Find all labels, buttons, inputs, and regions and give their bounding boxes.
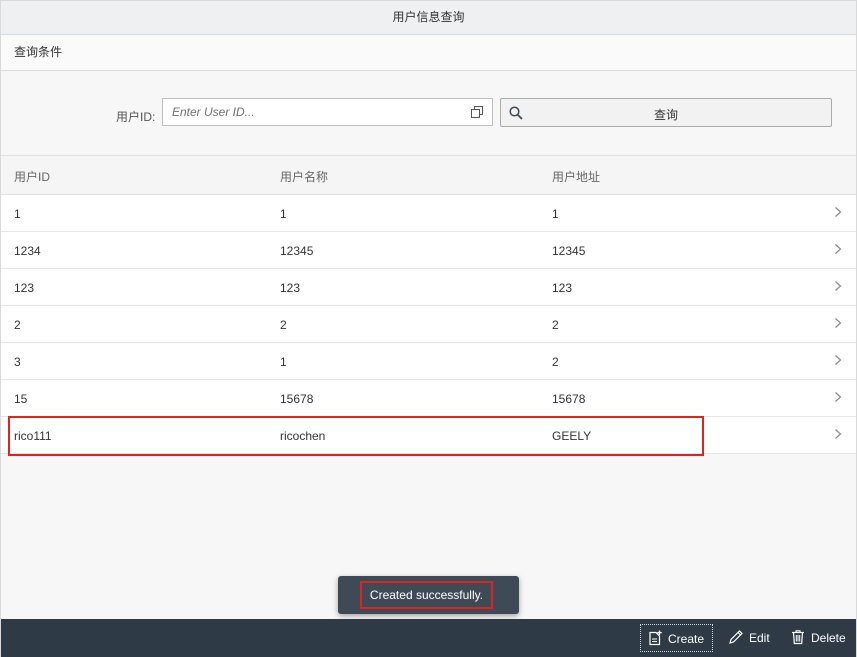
- cell-user-address: 2: [552, 355, 559, 369]
- user-id-field[interactable]: [162, 98, 493, 126]
- cell-user-id: 3: [14, 355, 21, 369]
- table-row[interactable]: 15 15678 15678: [1, 380, 856, 417]
- create-icon: [649, 630, 662, 646]
- cell-user-name: ricochen: [280, 429, 326, 443]
- toast-notification: Created successfully.: [338, 576, 519, 614]
- cell-user-name: 12345: [280, 244, 314, 258]
- cell-user-address: 15678: [552, 392, 586, 406]
- cell-user-name: 1: [280, 207, 287, 221]
- cell-user-name: 15678: [280, 392, 314, 406]
- chevron-right-icon[interactable]: [834, 280, 842, 292]
- column-header-user-address[interactable]: 用户地址: [552, 168, 600, 185]
- chevron-right-icon[interactable]: [834, 428, 842, 440]
- chevron-right-icon[interactable]: [834, 317, 842, 329]
- pencil-icon: [729, 630, 743, 644]
- footer-toolbar: Create Edit Delete: [1, 619, 856, 657]
- cell-user-name: 1: [280, 355, 287, 369]
- table-row[interactable]: 3 1 2: [1, 343, 856, 380]
- cell-user-name: 123: [280, 281, 301, 295]
- create-button-label: Create: [668, 632, 705, 646]
- filter-section-header: 查询条件: [1, 35, 856, 71]
- chevron-right-icon[interactable]: [834, 206, 842, 218]
- cell-user-name: 2: [280, 318, 287, 332]
- cell-user-address: 1: [552, 207, 559, 221]
- cell-user-address: GEELY: [552, 429, 592, 443]
- cell-user-id: 1: [14, 207, 21, 221]
- table-header: 用户ID 用户名称 用户地址: [1, 156, 856, 195]
- column-header-user-id[interactable]: 用户ID: [14, 168, 50, 185]
- query-button-label: 查询: [653, 108, 678, 122]
- user-id-label: 用户ID:: [116, 110, 156, 124]
- table-row[interactable]: 1 1 1: [1, 195, 856, 232]
- cell-user-address: 12345: [552, 244, 586, 258]
- filter-bar: 用户ID: 查询: [1, 71, 856, 156]
- chevron-right-icon[interactable]: [834, 391, 842, 403]
- query-button[interactable]: 查询: [500, 98, 832, 127]
- create-button[interactable]: Create: [640, 624, 713, 652]
- user-table: 用户ID 用户名称 用户地址 1 1 1 1234 12345 12345 12…: [1, 156, 856, 454]
- cell-user-id: 2: [14, 318, 21, 332]
- cell-user-address: 2: [552, 318, 559, 332]
- filter-section-title: 查询条件: [14, 45, 63, 59]
- trash-icon: [792, 630, 804, 645]
- delete-button[interactable]: Delete: [784, 624, 850, 652]
- table-row[interactable]: rico111 ricochen GEELY: [1, 417, 856, 454]
- cell-user-address: 123: [552, 281, 573, 295]
- user-id-input[interactable]: [163, 99, 472, 125]
- edit-button[interactable]: Edit: [722, 624, 778, 652]
- column-header-user-name[interactable]: 用户名称: [280, 168, 328, 185]
- value-help-icon[interactable]: [471, 106, 483, 118]
- chevron-right-icon[interactable]: [834, 243, 842, 255]
- table-row[interactable]: 2 2 2: [1, 306, 856, 343]
- cell-user-id: 15: [14, 392, 28, 406]
- cell-user-id: 1234: [14, 244, 41, 258]
- table-row[interactable]: 1234 12345 12345: [1, 232, 856, 269]
- chevron-right-icon[interactable]: [834, 354, 842, 366]
- edit-button-label: Edit: [749, 631, 770, 645]
- cell-user-id: 123: [14, 281, 35, 295]
- toast-message: Created successfully.: [360, 581, 493, 609]
- delete-button-label: Delete: [811, 631, 846, 645]
- page-title: 用户信息查询: [1, 1, 856, 35]
- app-window: 用户信息查询 查询条件 用户ID: 查询 用户ID 用户名称 用户地址 1: [0, 0, 857, 657]
- cell-user-id: rico111: [14, 429, 52, 443]
- table-row[interactable]: 123 123 123: [1, 269, 856, 306]
